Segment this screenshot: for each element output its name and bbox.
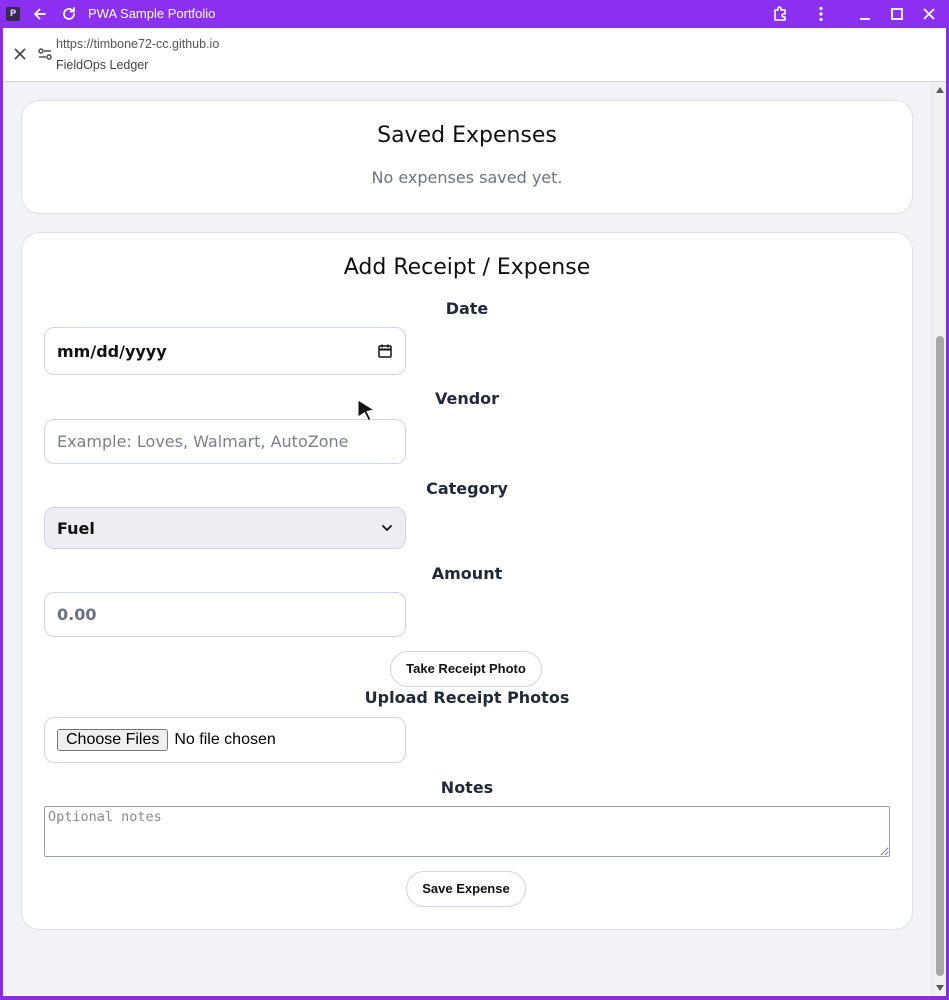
page-content: Saved Expenses No expenses saved yet. Ad… (3, 82, 946, 996)
more-menu-icon[interactable] (811, 4, 831, 24)
back-arrow-icon[interactable] (30, 4, 50, 24)
choose-files-button[interactable]: Choose Files (57, 729, 169, 751)
maximize-icon[interactable] (887, 4, 907, 24)
minimize-icon[interactable] (855, 4, 875, 24)
reload-icon[interactable] (59, 4, 79, 24)
scroll-down-icon[interactable] (936, 985, 944, 991)
app-window: P PWA Sample Portfolio https://timbone72… (0, 0, 949, 1000)
category-selected: Fuel (57, 518, 95, 538)
save-expense-button[interactable]: Save Expense (406, 871, 526, 907)
chevron-down-icon (382, 525, 392, 531)
app-icon: P (6, 7, 20, 21)
vendor-input[interactable] (44, 419, 406, 464)
saved-expenses-card: Saved Expenses No expenses saved yet. (21, 100, 913, 214)
empty-message: No expenses saved yet. (371, 168, 563, 187)
extension-puzzle-icon[interactable] (771, 4, 791, 24)
upload-label: Upload Receipt Photos (364, 688, 570, 707)
file-status: No file chosen (174, 731, 276, 748)
take-receipt-photo-button[interactable]: Take Receipt Photo (390, 651, 542, 687)
date-value: mm/dd/yyyy (57, 341, 167, 361)
add-expense-card: Add Receipt / Expense Date mm/dd/yyyy Ve… (21, 232, 913, 930)
url-text: https://timbone72-cc.github.io (56, 37, 220, 51)
vertical-scrollbar[interactable] (932, 82, 946, 996)
calendar-icon[interactable] (377, 343, 393, 359)
notes-label: Notes (440, 778, 494, 797)
add-expense-heading: Add Receipt / Expense (343, 255, 591, 280)
amount-input[interactable] (44, 592, 406, 637)
site-settings-icon[interactable] (37, 46, 53, 62)
notes-textarea[interactable] (44, 806, 890, 857)
close-window-icon[interactable] (919, 4, 939, 24)
date-input[interactable]: mm/dd/yyyy (44, 327, 406, 375)
category-select[interactable]: Fuel (44, 507, 406, 549)
saved-expenses-heading: Saved Expenses (377, 123, 557, 148)
mouse-pointer-icon (357, 399, 376, 422)
upload-file-input[interactable]: Choose Files No file chosen (44, 717, 406, 763)
amount-label: Amount (431, 564, 503, 583)
date-label: Date (445, 299, 489, 318)
url-bar: https://timbone72-cc.github.io FieldOps … (3, 28, 946, 82)
site-name: FieldOps Ledger (56, 58, 149, 72)
scroll-thumb[interactable] (936, 336, 944, 976)
window-title: PWA Sample Portfolio (88, 6, 216, 21)
scroll-up-icon[interactable] (936, 87, 944, 93)
vendor-label: Vendor (434, 389, 500, 408)
close-icon[interactable] (12, 46, 28, 62)
title-bar: P PWA Sample Portfolio (0, 0, 949, 28)
category-label: Category (426, 479, 508, 498)
